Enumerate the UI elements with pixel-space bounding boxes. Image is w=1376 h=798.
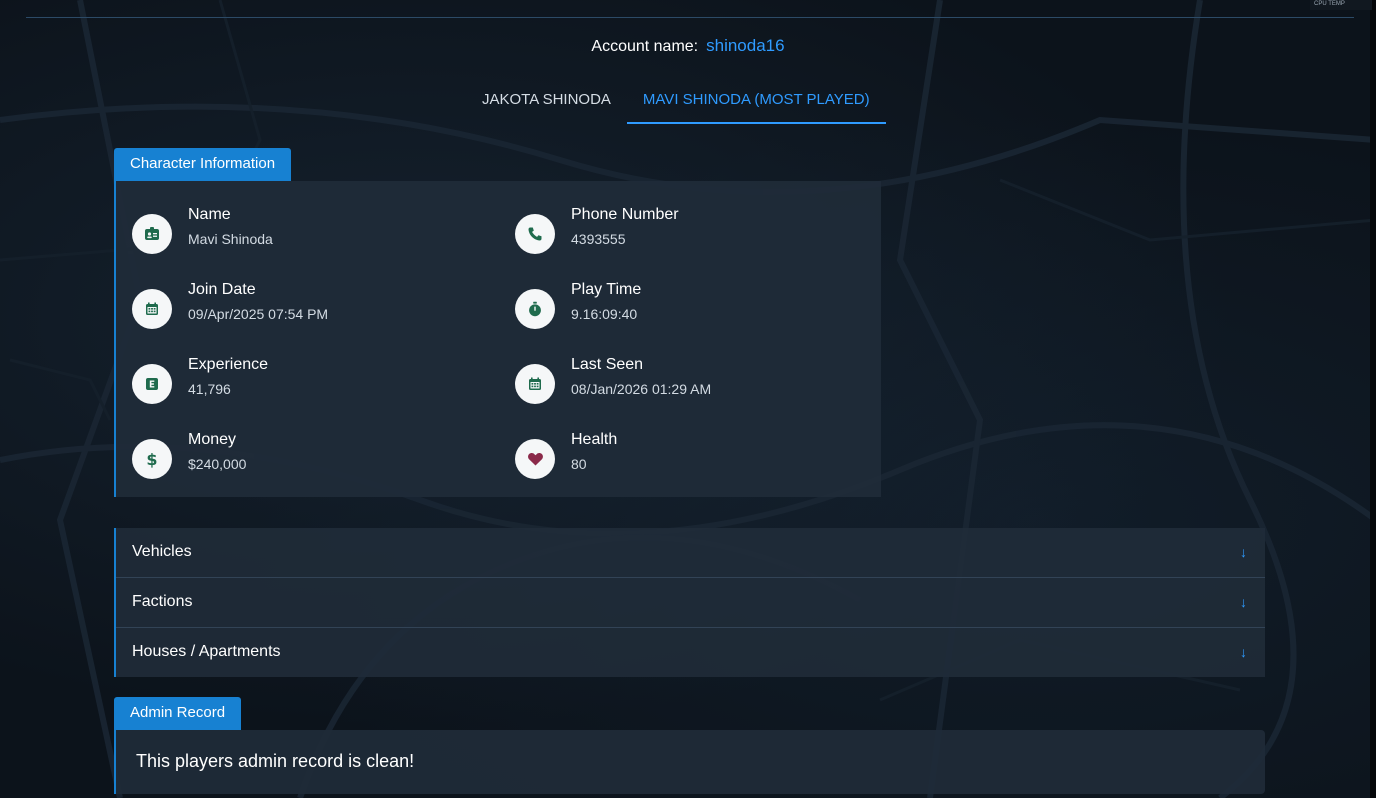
field-value: $240,000	[188, 456, 247, 472]
field-value: 09/Apr/2025 07:54 PM	[188, 306, 329, 322]
field-value: 80	[571, 456, 587, 472]
accordion-label: Houses / Apartments	[132, 643, 281, 660]
experience-icon	[132, 364, 172, 404]
field-experience: Experience 41,796	[132, 356, 492, 406]
field-title: Money	[188, 431, 237, 448]
account-header: Account name: shinoda16	[0, 36, 1376, 56]
dollar-icon: $	[132, 439, 172, 479]
field-value: 9.16:09:40	[571, 306, 638, 322]
expand-arrow-icon[interactable]: ↓	[1240, 528, 1247, 576]
field-money: $ Money $240,000	[132, 431, 492, 481]
field-title: Last Seen	[571, 356, 644, 373]
field-phone-number: Phone Number 4393555	[515, 206, 875, 256]
admin-record-tag: Admin Record	[114, 697, 242, 730]
field-title: Phone Number	[571, 206, 679, 223]
calendar-icon	[132, 289, 172, 329]
field-value: 4393555	[571, 231, 626, 247]
heart-icon	[515, 439, 555, 479]
character-information-tag: Character Information	[114, 148, 292, 181]
field-play-time: Play Time 9.16:09:40	[515, 281, 875, 331]
field-health: Health 80	[515, 431, 875, 481]
admin-record-text: This players admin record is clean!	[136, 751, 415, 771]
accordion-label: Factions	[132, 593, 193, 610]
field-value: 41,796	[188, 381, 231, 397]
cpu-temp-overlay: CPU TEMP	[1310, 0, 1372, 10]
character-tabs: JAKOTA SHINODA MAVI SHINODA (MOST PLAYED…	[466, 82, 886, 124]
stopwatch-icon	[515, 289, 555, 329]
accordion-houses-apartments[interactable]: Houses / Apartments ↓	[116, 628, 1265, 677]
field-title: Health	[571, 431, 618, 448]
calendar-icon	[515, 364, 555, 404]
accordion-vehicles[interactable]: Vehicles ↓	[116, 528, 1265, 578]
field-title: Name	[188, 206, 231, 223]
expand-arrow-icon[interactable]: ↓	[1240, 578, 1247, 626]
field-title: Join Date	[188, 281, 256, 298]
account-name-label: Account name:	[591, 38, 699, 55]
field-name: Name Mavi Shinoda	[132, 206, 492, 256]
id-badge-icon	[132, 214, 172, 254]
admin-record-panel: This players admin record is clean!	[114, 730, 1265, 794]
accordion-label: Vehicles	[132, 543, 192, 560]
field-value: 08/Jan/2026 01:29 AM	[571, 381, 712, 397]
account-name-value: shinoda16	[706, 36, 785, 55]
field-last-seen: Last Seen 08/Jan/2026 01:29 AM	[515, 356, 875, 406]
character-profile-page: CPU TEMP Account name: shinoda16 JAKOTA S…	[0, 0, 1376, 798]
field-join-date: Join Date 09/Apr/2025 07:54 PM	[132, 281, 492, 331]
tab-jakota-shinoda[interactable]: JAKOTA SHINODA	[466, 82, 627, 122]
expand-arrow-icon[interactable]: ↓	[1240, 628, 1247, 676]
character-information-panel: Name Mavi Shinoda Phone Number 4393555 J…	[114, 181, 881, 497]
window-edge	[1370, 0, 1376, 798]
phone-icon	[515, 214, 555, 254]
field-title: Play Time	[571, 281, 642, 298]
tab-mavi-shinoda[interactable]: MAVI SHINODA (MOST PLAYED)	[626, 82, 886, 124]
field-title: Experience	[188, 356, 269, 373]
details-accordion: Vehicles ↓ Factions ↓ Houses / Apartment…	[114, 528, 1265, 677]
top-divider	[26, 17, 1354, 18]
accordion-factions[interactable]: Factions ↓	[116, 578, 1265, 628]
field-value: Mavi Shinoda	[188, 231, 273, 247]
